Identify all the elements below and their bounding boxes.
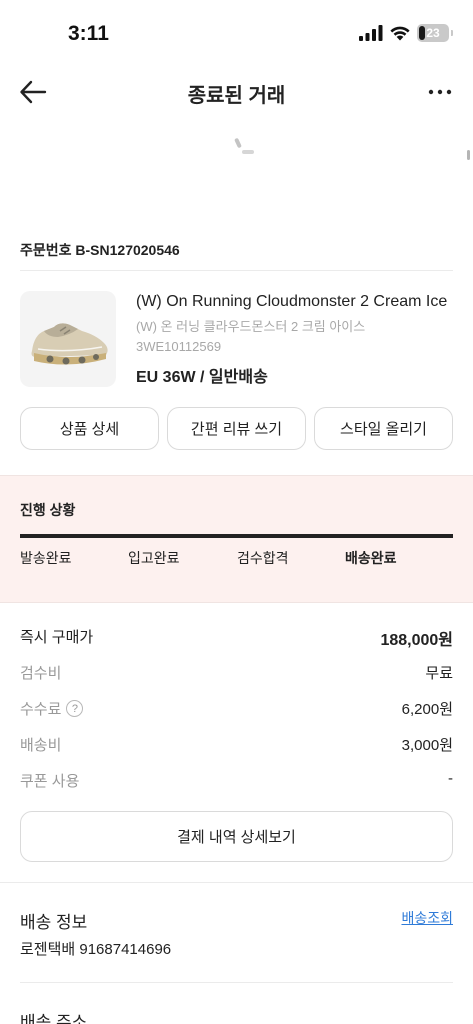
sneaker-icon	[31, 323, 108, 365]
product-name-korean: (W) 온 러닝 클라우드몬스터 2 크림 아이스	[136, 319, 366, 334]
step-dispatched: 발송완료	[20, 550, 72, 566]
divider	[20, 982, 453, 983]
order-number: 주문번호 B-SN127020546	[20, 242, 180, 258]
status-bar: 3:11 23	[0, 0, 473, 70]
progress-panel: 진행 상황 발송완료 입고완료 검수합격 배송완료	[0, 475, 473, 603]
step-received: 입고완료	[128, 550, 180, 566]
help-icon[interactable]: ?	[66, 700, 84, 717]
price-label: 배송비	[20, 737, 62, 754]
progress-fill	[20, 534, 453, 538]
price-value: 3,000원	[401, 737, 453, 754]
track-shipping-link[interactable]: 배송조회	[401, 908, 453, 928]
battery-level-fill	[419, 26, 425, 40]
price-label-wrap: 수수료 ?	[20, 698, 84, 719]
page-title: 종료된 거래	[187, 85, 286, 107]
action-buttons: 상품 상세 간편 리뷰 쓰기 스타일 올리기	[20, 407, 453, 450]
price-row: 즉시 구매가 188,000원	[20, 618, 453, 654]
product-image[interactable]	[20, 291, 116, 387]
product-option: EU 36W / 일반배송	[136, 369, 268, 386]
style-post-button[interactable]: 스타일 올리기	[314, 407, 453, 450]
signal-icon	[359, 25, 383, 41]
step-inspection-passed: 검수합격	[237, 550, 289, 566]
progress-track	[20, 534, 453, 538]
battery-icon: 23	[417, 24, 449, 42]
wifi-icon	[390, 26, 410, 41]
price-row: 쿠폰 사용 -	[20, 762, 453, 798]
status-icons: 23	[359, 24, 453, 42]
address-title: 배송 주소	[20, 1013, 88, 1024]
shipping-carrier: 로젠택배 91687414696	[20, 941, 172, 958]
price-row: 배송비 3,000원	[20, 726, 453, 762]
shipping-title: 배송 정보	[20, 913, 88, 932]
price-row: 검수비 무료	[20, 654, 453, 690]
product-card[interactable]: (W) On Running Cloudmonster 2 Cream Ice …	[20, 291, 453, 387]
price-label: 수수료	[20, 701, 62, 718]
status-time: 3:11	[68, 22, 109, 45]
product-info: (W) On Running Cloudmonster 2 Cream Ice …	[136, 293, 453, 387]
more-dots-icon[interactable]	[427, 80, 453, 104]
step-delivered: 배송완료	[345, 550, 397, 566]
price-breakdown: 즉시 구매가 188,000원 검수비 무료 수수료 ? 6,200원 배송비 …	[20, 618, 453, 798]
price-value: 무료	[425, 665, 453, 682]
price-row: 수수료 ? 6,200원	[20, 690, 453, 726]
payment-detail-button[interactable]: 결제 내역 상세보기	[20, 811, 453, 862]
quick-review-button[interactable]: 간편 리뷰 쓰기	[167, 407, 306, 450]
product-detail-button[interactable]: 상품 상세	[20, 407, 159, 450]
price-value: 6,200원	[401, 701, 453, 718]
price-label: 검수비	[20, 665, 62, 682]
loading-spinner-icon	[234, 138, 254, 154]
price-value: 188,000원	[380, 632, 453, 649]
nav-header: 종료된 거래	[0, 70, 473, 114]
divider	[20, 270, 453, 271]
product-name: (W) On Running Cloudmonster 2 Cream Ice	[136, 293, 448, 310]
battery-tip	[451, 30, 453, 36]
divider	[0, 882, 473, 883]
battery-percent: 23	[426, 26, 440, 40]
price-value: -	[448, 770, 453, 787]
progress-title: 진행 상황	[20, 502, 76, 518]
price-label: 즉시 구매가	[20, 629, 94, 646]
price-label: 쿠폰 사용	[20, 773, 80, 790]
scroll-indicator	[467, 150, 470, 160]
product-code: 3WE10112569	[136, 339, 222, 354]
